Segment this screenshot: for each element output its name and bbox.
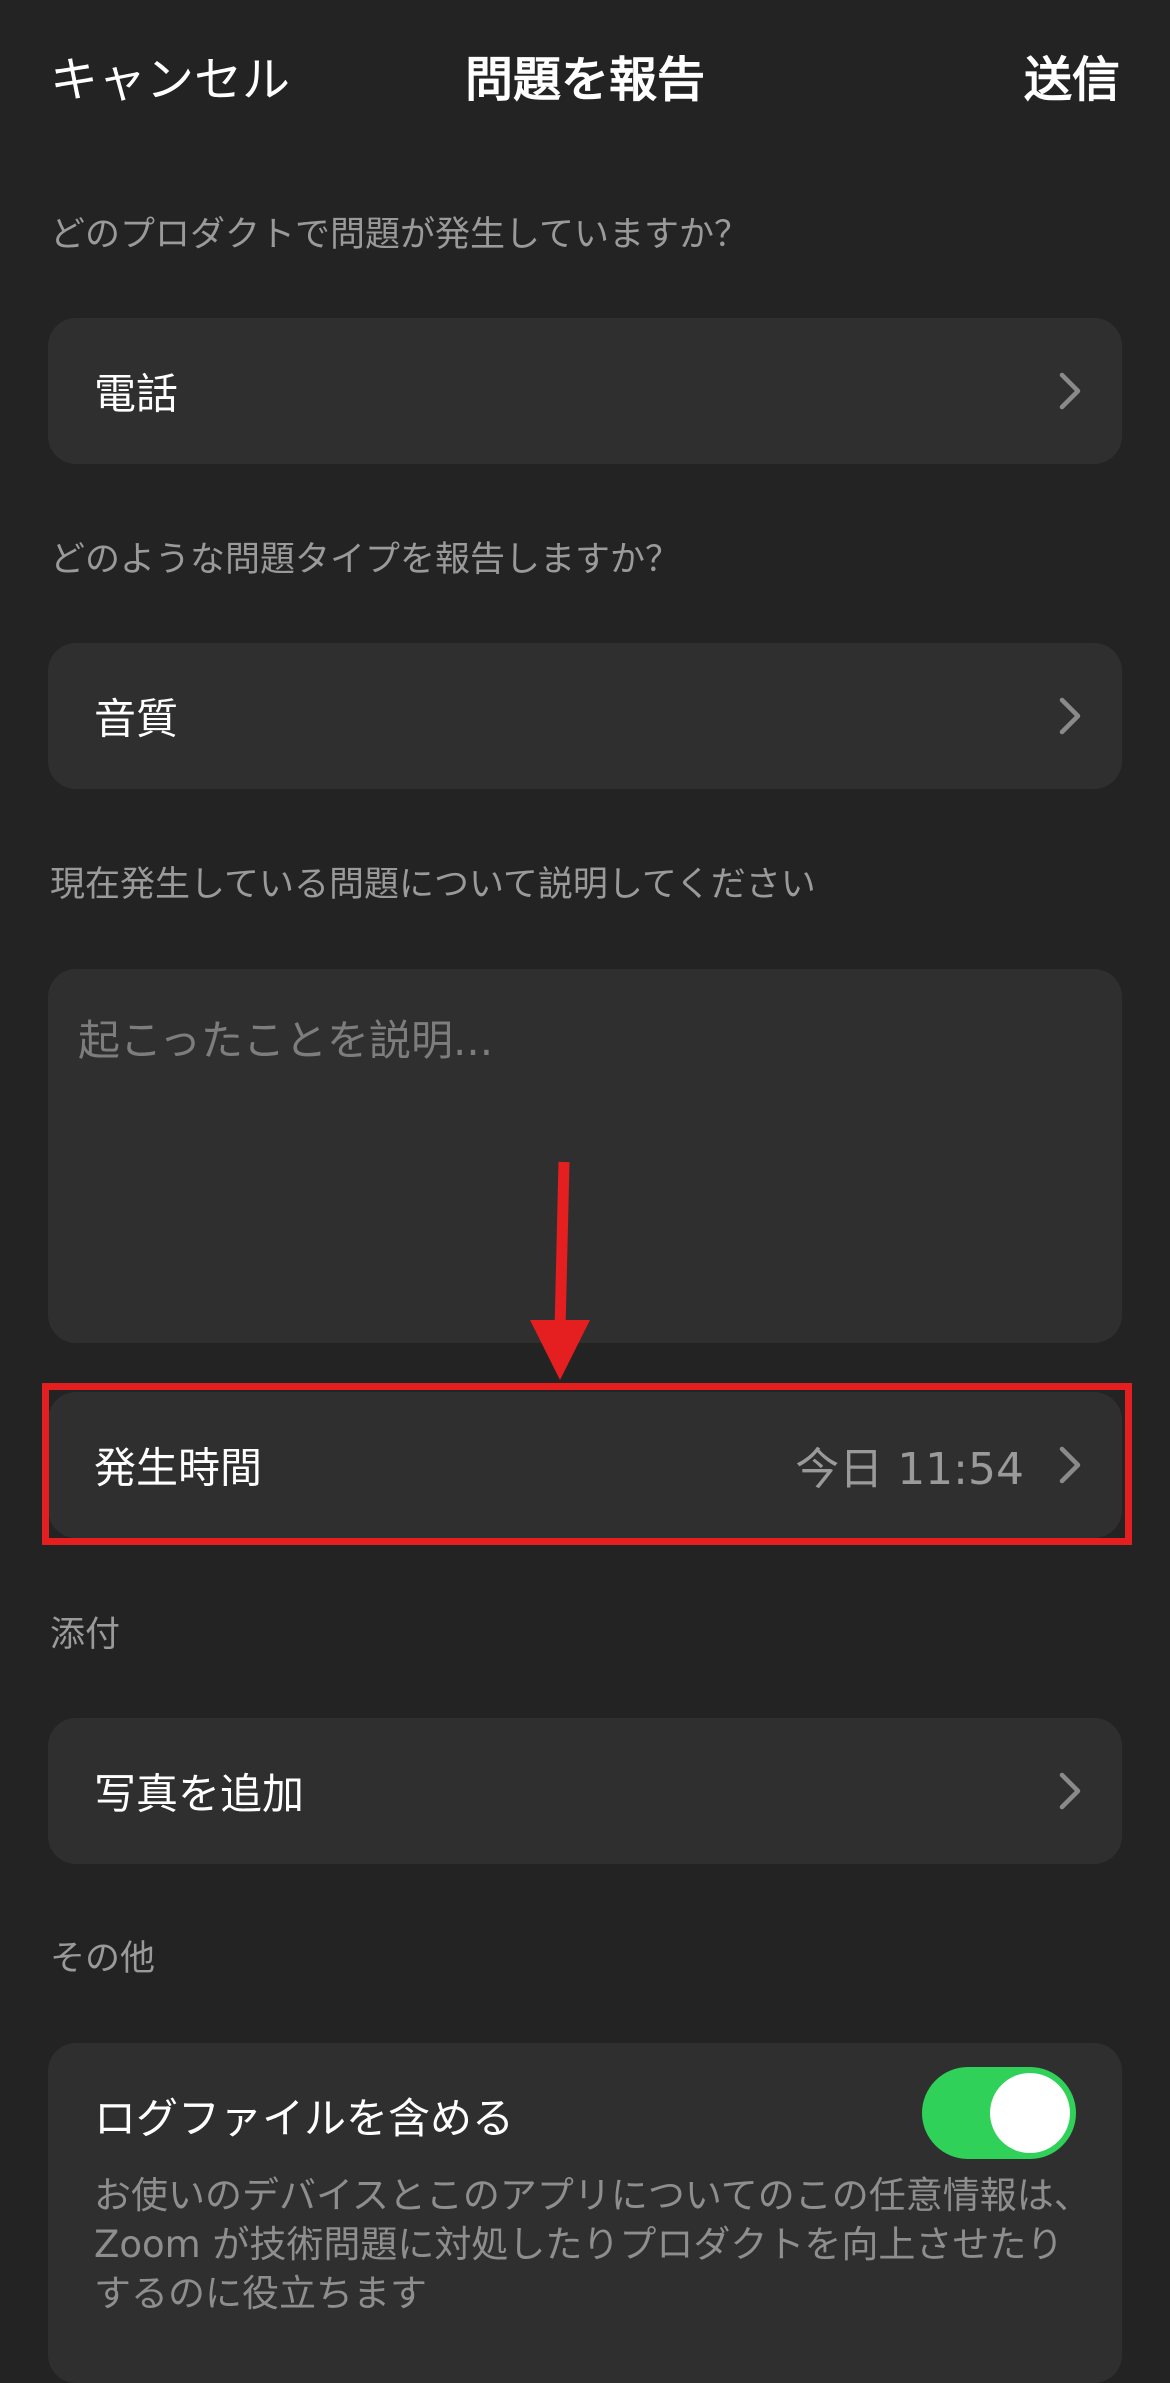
product-question: どのプロダクトで問題が発生していますか？ (50, 215, 749, 255)
page-title: 問題を報告 (464, 52, 705, 108)
log-file-title: ログファイルを含める (94, 2094, 515, 2143)
log-file-description: お使いのデバイスとこのアプリについてのこの任意情報は、Zoom が技術問題に対処… (94, 2174, 1091, 2315)
log-file-card: ログファイルを含める お使いのデバイスとこのアプリについてのこの任意情報は、Zo… (48, 2043, 1122, 2383)
issue-type-select-row[interactable]: 音質 (48, 643, 1122, 789)
description-placeholder: 起こったことを説明... (78, 1016, 494, 1065)
add-photo-label: 写真を追加 (94, 1769, 305, 1819)
product-value: 電話 (94, 369, 179, 419)
description-question: 現在発生している問題について説明してください (50, 865, 816, 905)
occurrence-time-row[interactable]: 発生時間 今日 11:54 (48, 1392, 1122, 1538)
chevron-right-icon (1058, 696, 1082, 736)
nav-bar: キャンセル 問題を報告 送信 (0, 0, 1170, 150)
chevron-right-icon (1058, 1771, 1082, 1811)
product-select-row[interactable]: 電話 (48, 318, 1122, 464)
chevron-right-icon (1058, 371, 1082, 411)
issue-type-question: どのような問題タイプを報告しますか？ (50, 540, 681, 580)
occurrence-time-value: 今日 11:54 (795, 1444, 1024, 1495)
occurrence-time-label: 発生時間 (94, 1443, 263, 1493)
attachment-section-label: 添付 (50, 1615, 121, 1655)
log-file-toggle[interactable] (922, 2067, 1076, 2159)
other-section-label: その他 (50, 1939, 156, 1979)
description-textarea[interactable]: 起こったことを説明... (48, 969, 1122, 1343)
chevron-right-icon (1058, 1445, 1082, 1485)
add-photo-row[interactable]: 写真を追加 (48, 1718, 1122, 1864)
send-button[interactable]: 送信 (1024, 40, 1120, 110)
toggle-knob (990, 2073, 1070, 2153)
issue-type-value: 音質 (94, 694, 179, 744)
